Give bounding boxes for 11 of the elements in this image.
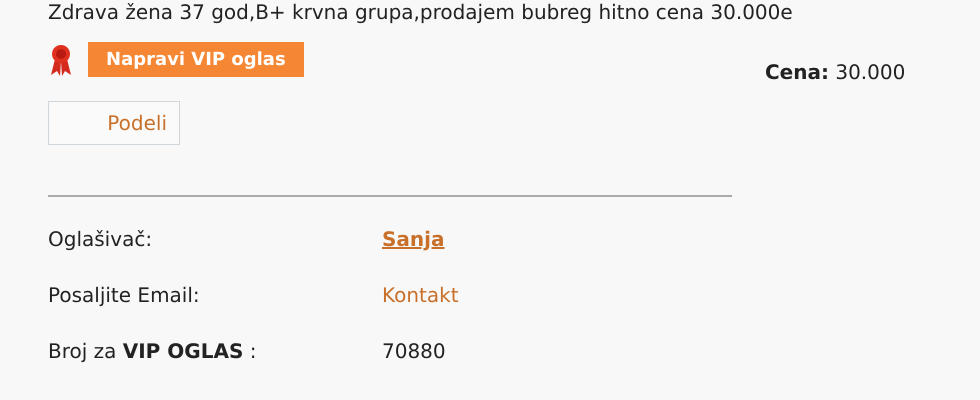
advertiser-link[interactable]: Sanja (382, 227, 444, 251)
share-button[interactable]: Podeli (48, 101, 180, 145)
detail-value: 70880 (382, 339, 446, 363)
ribbon-icon (48, 42, 74, 76)
price-text: Cena: 30.000 (765, 60, 906, 84)
detail-label: Broj za VIP OGLAS : (48, 339, 258, 363)
vip-ad-button[interactable]: Napravi VIP oglas (88, 42, 304, 77)
detail-label: Oglašivač: (48, 227, 154, 251)
contact-link[interactable]: Kontakt (382, 283, 459, 307)
ad-description: Zdrava žena 37 god,B+ krvna grupa,prodajem bubreg hitno cena 30.000e (48, 0, 794, 24)
detail-label: Posaljite Email: (48, 283, 201, 307)
